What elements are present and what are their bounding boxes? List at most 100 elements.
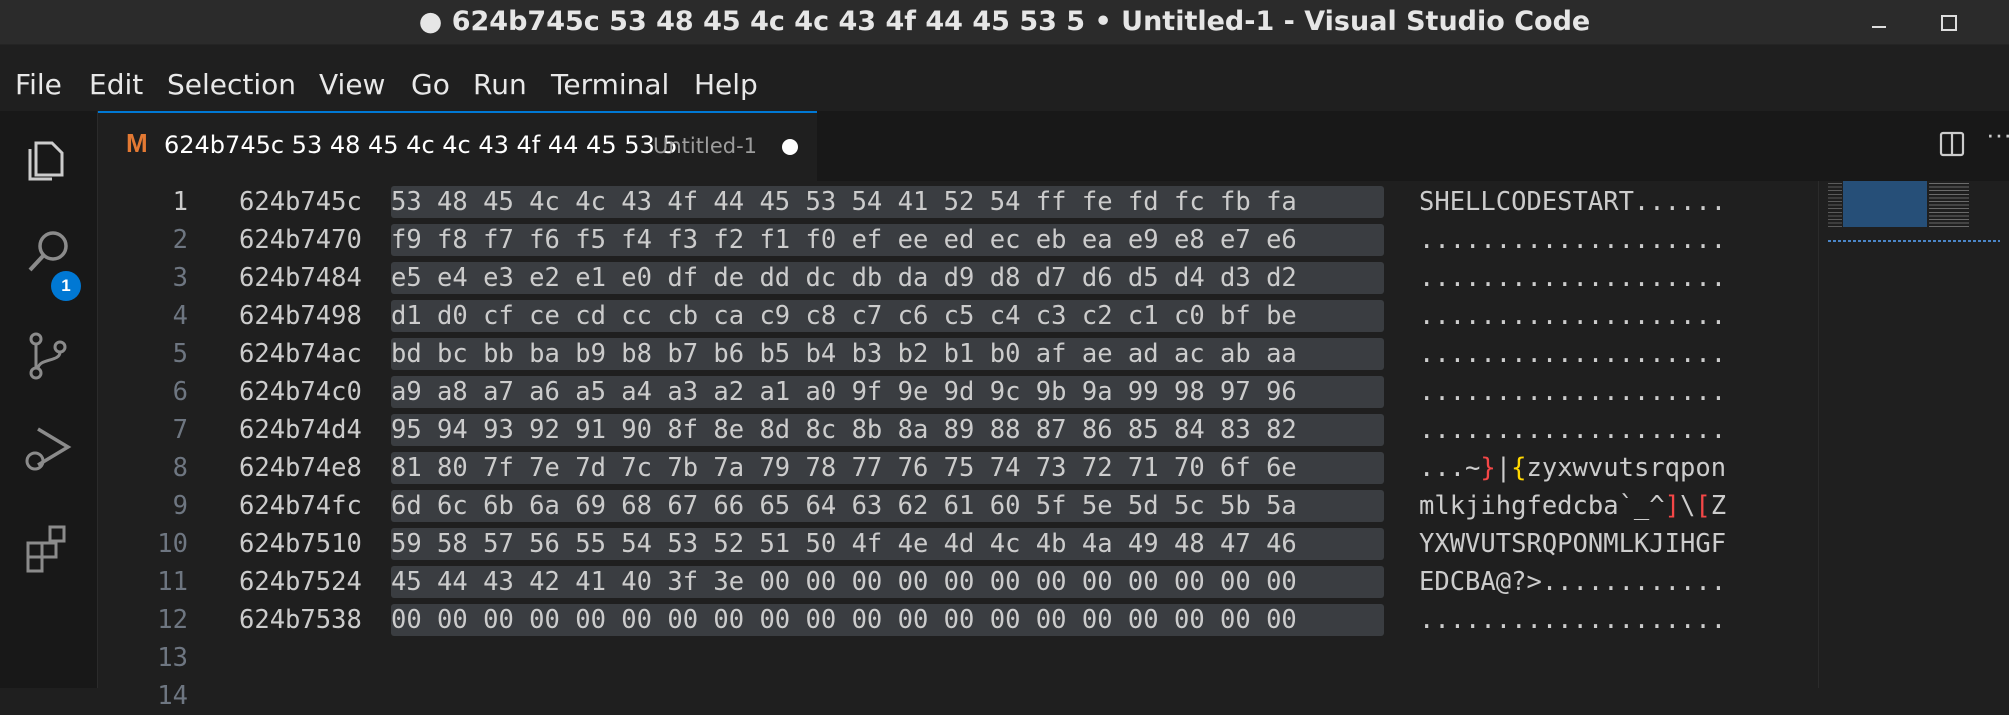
search-icon[interactable] xyxy=(22,225,76,279)
line-number: 6 xyxy=(172,377,188,407)
minimap-marker xyxy=(1828,240,2000,242)
files-icon[interactable] xyxy=(22,131,76,185)
hex-bytes: 95 94 93 92 91 90 8f 8e 8d 8c 8b 8a 89 8… xyxy=(391,415,1297,445)
hex-bytes: 00 00 00 00 00 00 00 00 00 00 00 00 00 0… xyxy=(391,605,1297,635)
ascii-text: .................... xyxy=(1419,339,1727,369)
ascii-text: YXWVUTSRQPONMLKJIHGF xyxy=(1419,529,1727,559)
address: 624b74e8 xyxy=(239,453,362,483)
address: 624b7498 xyxy=(239,301,362,331)
bracket-char: ] xyxy=(1664,491,1680,521)
line-number: 9 xyxy=(172,491,188,521)
menu-help[interactable]: Help xyxy=(694,45,758,111)
extensions-icon[interactable] xyxy=(22,519,76,573)
line-number: 5 xyxy=(172,339,188,369)
menu-selection[interactable]: Selection xyxy=(167,45,296,111)
ascii-segment: Z xyxy=(1710,491,1727,521)
address: 624b745c xyxy=(239,187,362,217)
ascii-text: .................... xyxy=(1419,301,1727,331)
menu-terminal[interactable]: Terminal xyxy=(551,45,669,111)
hex-bytes: e5 e4 e3 e2 e1 e0 df de dd dc db da d9 d… xyxy=(391,263,1297,293)
more-actions-icon[interactable]: ··· xyxy=(1986,119,2009,150)
address: 624b74d4 xyxy=(239,415,362,445)
hex-bytes: 53 48 45 4c 4c 43 4f 44 45 53 54 41 52 5… xyxy=(391,187,1297,217)
editor-line[interactable]: 11 624b7524 45 44 43 42 41 40 3f 3e 00 00 … xyxy=(98,563,1818,601)
address: 624b74ac xyxy=(239,339,362,369)
hex-bytes: f9 f8 f7 f6 f5 f4 f3 f2 f1 f0 ef ee ed e… xyxy=(391,225,1297,255)
hex-bytes: 81 80 7f 7e 7d 7c 7b 7a 79 78 77 76 75 7… xyxy=(391,453,1297,483)
ascii-text: .................... xyxy=(1419,225,1727,255)
maximize-button[interactable] xyxy=(1927,6,1967,38)
editor-line[interactable]: 5 624b74ac bd bc bb ba b9 b8 b7 b6 b5 b4 b… xyxy=(98,335,1818,373)
address: 624b7510 xyxy=(239,529,362,559)
hex-bytes: 45 44 43 42 41 40 3f 3e 00 00 00 00 00 0… xyxy=(391,567,1297,597)
tab-bar: M 624b745c 53 48 45 4c 4c 43 4f 44 45 53… xyxy=(98,111,2009,181)
line-number: 13 xyxy=(157,643,188,673)
hex-bytes: 59 58 57 56 55 54 53 52 51 50 4f 4e 4d 4… xyxy=(391,529,1297,559)
bracket-char: { xyxy=(1511,453,1527,483)
ascii-text: .................... xyxy=(1419,605,1727,635)
run-debug-icon[interactable] xyxy=(22,421,76,475)
editor-line[interactable]: 8 624b74e8 81 80 7f 7e 7d 7c 7b 7a 79 78 7… xyxy=(98,449,1818,487)
minimap-viewport[interactable] xyxy=(1843,181,1927,227)
minimap[interactable] xyxy=(1818,181,2009,688)
window-title: ● 624b745c 53 48 45 4c 4c 43 4f 44 45 53… xyxy=(418,6,1591,37)
menu-run[interactable]: Run xyxy=(473,45,527,111)
activity-bar: 1 xyxy=(0,111,98,688)
editor-area[interactable]: 1 624b745c 53 48 45 4c 4c 43 4f 44 45 53 5… xyxy=(98,181,1818,711)
editor-line[interactable]: 7 624b74d4 95 94 93 92 91 90 8f 8e 8d 8c 8… xyxy=(98,411,1818,449)
editor-line[interactable]: 2 624b7470 f9 f8 f7 f6 f5 f4 f3 f2 f1 f0 e… xyxy=(98,221,1818,259)
ascii-text: EDCBA@?>............ xyxy=(1419,567,1727,597)
editor-line[interactable]: 4 624b7498 d1 d0 cf ce cd cc cb ca c9 c8 c… xyxy=(98,297,1818,335)
editor-line[interactable]: 14 xyxy=(98,677,1818,715)
source-control-icon[interactable] xyxy=(22,329,76,383)
address: 624b74c0 xyxy=(239,377,362,407)
tab-untitled-1[interactable]: M 624b745c 53 48 45 4c 4c 43 4f 44 45 53… xyxy=(98,111,817,181)
tab-title: 624b745c 53 48 45 4c 4c 43 4f 44 45 53 5 xyxy=(164,131,678,159)
address: 624b7484 xyxy=(239,263,362,293)
split-editor-icon[interactable] xyxy=(1939,131,1965,157)
menu-go[interactable]: Go xyxy=(411,45,450,111)
ascii-text: ...~}|{zyxwvutsrqpon xyxy=(1419,449,1726,487)
hex-bytes: 6d 6c 6b 6a 69 68 67 66 65 64 63 62 61 6… xyxy=(391,491,1297,521)
unsaved-dot-icon[interactable] xyxy=(782,139,798,155)
ascii-segment: \ xyxy=(1680,491,1696,521)
ascii-text: SHELLCODESTART...... xyxy=(1419,187,1727,217)
ascii-segment: | xyxy=(1495,453,1512,483)
editor-line[interactable]: 9 624b74fc 6d 6c 6b 6a 69 68 67 66 65 64 6… xyxy=(98,487,1818,525)
editor-line[interactable]: 6 624b74c0 a9 a8 a7 a6 a5 a4 a3 a2 a1 a0 9… xyxy=(98,373,1818,411)
ascii-text: .................... xyxy=(1419,415,1727,445)
editor-line[interactable]: 13 xyxy=(98,639,1818,677)
hex-bytes: bd bc bb ba b9 b8 b7 b6 b5 b4 b3 b2 b1 b… xyxy=(391,339,1297,369)
line-number: 3 xyxy=(172,263,188,293)
address: 624b7538 xyxy=(239,605,362,635)
ascii-segment: zyxwvutsrqpon xyxy=(1526,453,1727,483)
minimize-button[interactable] xyxy=(1858,6,1898,38)
line-number: 10 xyxy=(157,529,188,559)
editor-line[interactable]: 10 624b7510 59 58 57 56 55 54 53 52 51 50 … xyxy=(98,525,1818,563)
menu-view[interactable]: View xyxy=(319,45,385,111)
address: 624b7470 xyxy=(239,225,362,255)
ascii-text: mlkjihgfedcba`_^]\[Z xyxy=(1419,487,1726,525)
ascii-segment: mlkjihgfedcba`_^ xyxy=(1419,491,1665,521)
menu-edit[interactable]: Edit xyxy=(89,45,143,111)
editor-line[interactable]: 12 624b7538 00 00 00 00 00 00 00 00 00 00 … xyxy=(98,601,1818,639)
menu-file[interactable]: File xyxy=(15,45,62,111)
markdown-icon: M xyxy=(126,128,148,158)
title-bar: ● 624b745c 53 48 45 4c 4c 43 4f 44 45 53… xyxy=(0,0,2009,45)
line-number: 7 xyxy=(172,415,188,445)
ascii-text: .................... xyxy=(1419,263,1727,293)
line-number: 12 xyxy=(157,605,188,635)
menu-bar: File Edit Selection View Go Run Terminal… xyxy=(0,45,2009,111)
editor-line[interactable]: 3 624b7484 e5 e4 e3 e2 e1 e0 df de dd dc d… xyxy=(98,259,1818,297)
tab-description: Untitled-1 xyxy=(653,134,758,158)
minimap-ascii-column xyxy=(1929,183,1969,227)
line-number: 4 xyxy=(172,301,188,331)
hex-bytes: a9 a8 a7 a6 a5 a4 a3 a2 a1 a0 9f 9e 9d 9… xyxy=(391,377,1297,407)
line-number: 1 xyxy=(172,187,188,217)
line-number: 11 xyxy=(157,567,188,597)
ascii-segment: ...~ xyxy=(1419,453,1481,483)
address: 624b7524 xyxy=(239,567,362,597)
line-number: 2 xyxy=(172,225,188,255)
hex-bytes: d1 d0 cf ce cd cc cb ca c9 c8 c7 c6 c5 c… xyxy=(391,301,1297,331)
editor-line[interactable]: 1 624b745c 53 48 45 4c 4c 43 4f 44 45 53 5… xyxy=(98,183,1818,221)
